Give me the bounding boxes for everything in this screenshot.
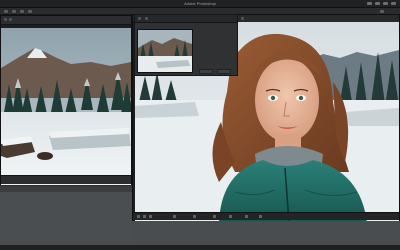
window-icon[interactable]: [383, 2, 388, 5]
navigator-thumbnail[interactable]: [137, 29, 193, 73]
bottom-bar: [0, 245, 400, 250]
move-tool-icon[interactable]: [12, 10, 16, 13]
close-icon[interactable]: [241, 17, 244, 20]
left-window-header[interactable]: [1, 16, 131, 25]
title-bar: Adobe Photoshop: [0, 0, 400, 8]
top-right-icons: [367, 2, 396, 5]
search-icon[interactable]: [367, 2, 372, 5]
snowy-forest-illustration: [1, 28, 131, 190]
status-icon[interactable]: [259, 215, 262, 218]
navigator-button[interactable]: [199, 69, 213, 74]
right-window-statusbar: [133, 212, 399, 220]
option-icon[interactable]: [28, 10, 32, 13]
navigator-header[interactable]: [135, 15, 237, 23]
status-icon[interactable]: [137, 215, 140, 218]
close-icon[interactable]: [138, 17, 141, 20]
left-document-window[interactable]: [0, 15, 132, 190]
settings-icon[interactable]: [375, 2, 380, 5]
option-icon[interactable]: [20, 10, 24, 13]
left-window-footer: [1, 175, 131, 184]
left-bottom-panel: [0, 185, 132, 245]
status-icon[interactable]: [173, 215, 176, 218]
workspace-area: [132, 221, 400, 245]
status-icon[interactable]: [245, 215, 248, 218]
status-icon[interactable]: [213, 215, 216, 218]
status-icon[interactable]: [149, 215, 152, 218]
share-icon[interactable]: [380, 10, 384, 13]
navigator-button[interactable]: [217, 69, 231, 74]
status-icon[interactable]: [193, 215, 196, 218]
expand-icon[interactable]: [145, 17, 148, 20]
navigator-panel[interactable]: [134, 14, 238, 76]
panel-strip: [0, 186, 132, 192]
minimize-icon[interactable]: [391, 2, 396, 5]
thumbnail-illustration: [138, 30, 192, 72]
snowy-forest-image[interactable]: [1, 28, 131, 190]
status-icon[interactable]: [143, 215, 146, 218]
status-icon[interactable]: [229, 215, 232, 218]
app-title: Adobe Photoshop: [184, 1, 216, 6]
expand-icon[interactable]: [9, 18, 12, 21]
close-icon[interactable]: [4, 18, 7, 21]
home-icon[interactable]: [4, 10, 8, 13]
